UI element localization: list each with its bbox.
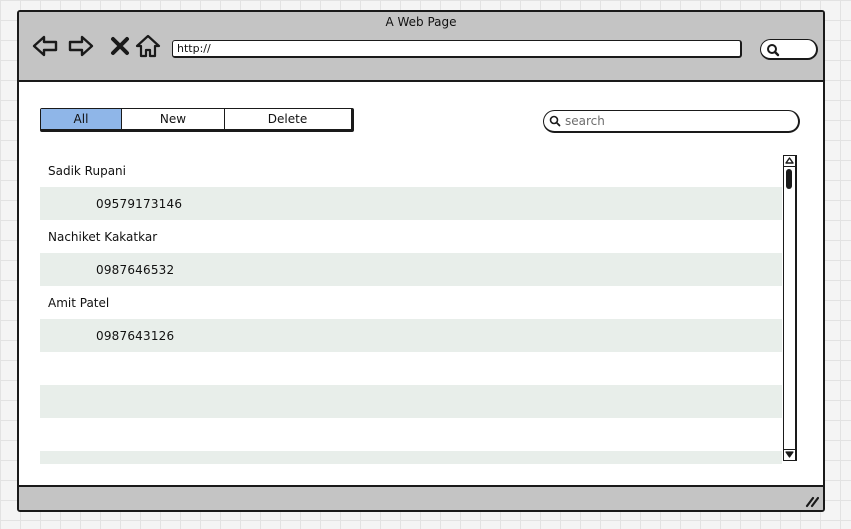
- vertical-scrollbar[interactable]: [783, 155, 797, 461]
- address-bar[interactable]: http://: [172, 40, 742, 58]
- scroll-down-button[interactable]: [784, 449, 795, 460]
- title-bar: A Web Page http://: [19, 12, 823, 82]
- triangle-down-icon: [785, 451, 794, 458]
- browser-search-button[interactable]: [760, 39, 818, 60]
- list-item-empty: [40, 352, 782, 385]
- home-icon[interactable]: [134, 32, 162, 60]
- tab-bar: All New Delete: [40, 108, 354, 132]
- back-arrow-icon[interactable]: [31, 32, 59, 60]
- search-icon: [767, 44, 780, 57]
- list-item[interactable]: 0987646532: [40, 253, 782, 286]
- tab-delete[interactable]: Delete: [224, 109, 350, 129]
- search-icon: [549, 115, 561, 127]
- search-input[interactable]: search: [543, 110, 800, 133]
- list-item[interactable]: Amit Patel: [40, 286, 782, 319]
- scrollbar-thumb[interactable]: [786, 169, 792, 189]
- list-item[interactable]: Nachiket Kakatkar: [40, 220, 782, 253]
- triangle-up-icon: [785, 157, 794, 164]
- list-item[interactable]: 09579173146: [40, 187, 782, 220]
- page-content: All New Delete search Sadik Rupani 09579…: [19, 82, 823, 487]
- search-placeholder: search: [565, 114, 605, 128]
- resize-grip-icon[interactable]: [805, 494, 819, 508]
- tab-all[interactable]: All: [41, 109, 121, 129]
- contact-phone: 09579173146: [96, 196, 183, 211]
- list-item-empty: [40, 418, 782, 451]
- list-item[interactable]: 0987643126: [40, 319, 782, 352]
- list-item-empty: [40, 385, 782, 418]
- contact-name: Amit Patel: [48, 295, 110, 310]
- window-title: A Web Page: [385, 15, 457, 29]
- list-item[interactable]: Sadik Rupani: [40, 154, 782, 187]
- contact-phone: 0987643126: [96, 328, 175, 343]
- forward-arrow-icon[interactable]: [67, 32, 95, 60]
- list-item-empty: [40, 451, 782, 464]
- tab-new[interactable]: New: [121, 109, 224, 129]
- status-bar: [19, 485, 823, 510]
- close-icon[interactable]: [106, 32, 134, 60]
- scroll-up-button[interactable]: [784, 156, 795, 167]
- browser-window: A Web Page http:// All New Delete search…: [17, 10, 825, 512]
- contact-name: Sadik Rupani: [48, 163, 126, 178]
- contact-name: Nachiket Kakatkar: [48, 229, 158, 244]
- contact-phone: 0987646532: [96, 262, 175, 277]
- contact-list: Sadik Rupani 09579173146 Nachiket Kakatk…: [40, 154, 782, 464]
